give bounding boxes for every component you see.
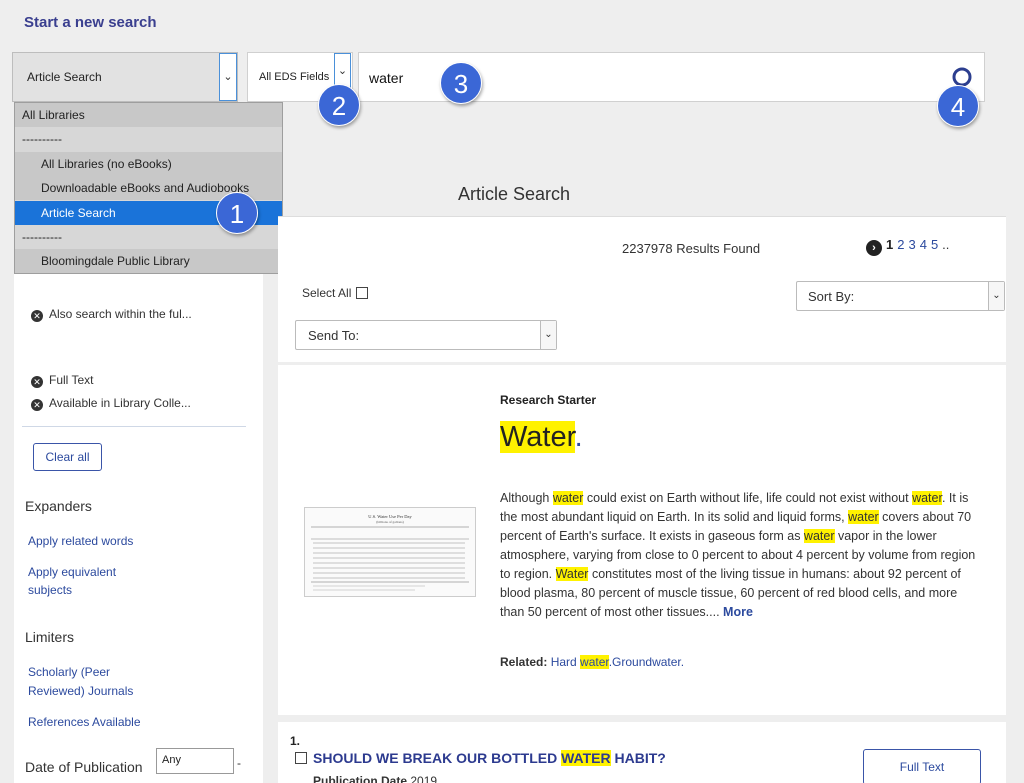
abstract-text: could exist on Earth without life, life … <box>583 491 913 505</box>
expander-equivalent-subjects[interactable]: subjects <box>28 583 72 597</box>
step-badge-4: 4 <box>937 85 979 127</box>
result-title-link[interactable]: SHOULD WE BREAK OUR BOTTLED WATER HABIT? <box>313 750 666 766</box>
page-link[interactable]: 3 <box>908 237 915 252</box>
research-starter-abstract: Although water could exist on Earth with… <box>500 489 980 622</box>
related-topics: Related: Hard water.Groundwater. <box>500 655 685 669</box>
related-link[interactable]: Hard water.Groundwater. <box>551 655 684 669</box>
date-dash: - <box>237 756 241 770</box>
results-toolbar: 2237978 Results Found › 1 2 3 4 5.. Select Al… <box>278 216 1006 362</box>
page-link[interactable]: 4 <box>920 237 927 252</box>
research-starter-title[interactable]: Water. <box>500 421 583 454</box>
chevron-down-icon: ⌄ <box>540 321 556 349</box>
database-select-value: Article Search <box>27 70 102 84</box>
limiter-scholarly[interactable]: Scholarly (Peer <box>28 665 110 679</box>
select-all-checkbox[interactable] <box>356 287 369 299</box>
pagination: › 1 2 3 4 5.. <box>866 237 949 256</box>
step-badge-1: 1 <box>216 192 258 234</box>
divider <box>22 426 246 427</box>
dropdown-option[interactable]: Bloomingdale Public Library <box>15 249 282 273</box>
dropdown-separator: ---------- <box>22 132 62 146</box>
full-text-button[interactable]: Full Text <box>863 749 981 783</box>
date-from-input[interactable]: Any <box>156 748 234 774</box>
limiters-heading: Limiters <box>25 629 75 645</box>
filter-chip[interactable]: ✕ Available in Library Colle... <box>31 396 191 411</box>
sort-by-select[interactable]: Sort By: ⌄ <box>796 281 1005 311</box>
results-count: 2237978 Results Found <box>622 241 761 256</box>
more-link[interactable]: More <box>723 605 753 619</box>
step-badge-3: 3 <box>440 62 482 104</box>
expanders-heading: Expanders <box>25 498 92 514</box>
research-starter-label: Research Starter <box>500 393 597 407</box>
start-new-search-link[interactable]: Start a new search <box>24 14 157 31</box>
remove-filter-icon[interactable]: ✕ <box>31 399 43 411</box>
chevron-down-icon: ⌄ <box>988 282 1004 310</box>
abstract-text: Although <box>500 491 553 505</box>
date-heading: Date of Publication <box>25 759 143 775</box>
send-to-select[interactable]: Send To: ⌄ <box>295 320 557 350</box>
chevron-down-icon[interactable]: ⌄ <box>219 53 237 101</box>
highlighted-term: water <box>803 529 835 543</box>
remove-filter-icon[interactable]: ✕ <box>31 376 43 388</box>
current-page: 1 <box>886 237 894 252</box>
page-title: Article Search <box>458 184 571 204</box>
highlighted-term: Water <box>555 567 589 581</box>
dropdown-option[interactable]: All Libraries <box>15 103 282 127</box>
research-starter-image[interactable]: U.S. Water Use Per Day (billions of gall… <box>304 507 476 597</box>
result-number: 1. <box>290 734 301 748</box>
expander-equivalent-subjects[interactable]: Apply equivalent <box>28 565 116 579</box>
research-starter: Research Starter Water. U.S. Water Use P… <box>278 365 1006 715</box>
page-link[interactable]: 5 <box>931 237 938 252</box>
filter-chip[interactable]: ✕ Also search within the ful... <box>31 307 192 322</box>
pagination-ellipsis: .. <box>942 237 950 252</box>
table-thumbnail-image: U.S. Water Use Per Day (billions of gall… <box>311 514 469 591</box>
page-link[interactable]: 2 <box>897 237 904 252</box>
highlighted-term: water <box>552 491 584 505</box>
database-select[interactable]: Article Search ⌄ <box>12 52 238 102</box>
result-publication-date: Publication Date 2019 <box>313 774 438 783</box>
step-badge-2: 2 <box>318 84 360 126</box>
highlighted-term: water <box>848 510 879 524</box>
svg-text:U.S. Water Use Per Day: U.S. Water Use Per Day <box>368 514 412 519</box>
limiter-references[interactable]: References Available <box>28 715 141 729</box>
highlighted-term: water <box>912 491 942 505</box>
select-all[interactable]: Select All <box>302 286 369 300</box>
result-item: 1. SHOULD WE BREAK OUR BOTTLED WATER HAB… <box>278 722 1006 783</box>
expander-related-words[interactable]: Apply related words <box>28 534 133 548</box>
next-page-icon[interactable]: › <box>866 240 882 256</box>
remove-filter-icon[interactable]: ✕ <box>31 310 43 322</box>
filter-chip[interactable]: ✕ Full Text <box>31 373 93 388</box>
limiter-scholarly[interactable]: Reviewed) Journals <box>28 684 133 698</box>
svg-text:(billions of gallons): (billions of gallons) <box>376 520 404 524</box>
sidebar: ✕ Also search within the ful... ✕ Full Tex… <box>14 274 263 783</box>
search-field-select-value: All EDS Fields <box>259 71 330 83</box>
dropdown-option[interactable]: All Libraries (no eBooks) <box>15 152 282 176</box>
database-dropdown-list: All Libraries ---------- All Libraries (… <box>14 102 283 274</box>
result-checkbox[interactable] <box>295 752 307 764</box>
clear-all-button[interactable]: Clear all <box>33 443 102 471</box>
